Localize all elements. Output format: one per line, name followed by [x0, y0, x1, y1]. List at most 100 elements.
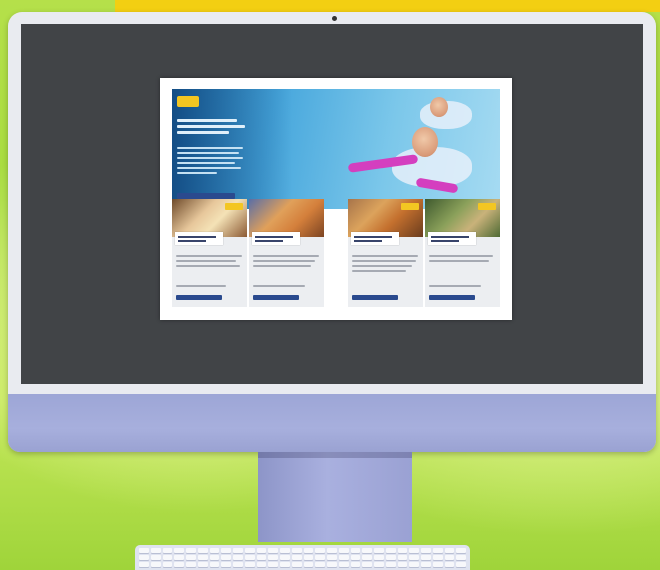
keyboard-key [221, 562, 231, 567]
keyboard-key [327, 562, 337, 567]
keyboard-key [338, 562, 349, 567]
keyboard-key [280, 562, 290, 567]
keyboard-key [221, 555, 231, 560]
keyboard-key [139, 562, 149, 567]
card-text-line [253, 285, 305, 287]
keyboard-key [174, 548, 184, 553]
card-title-badge [175, 232, 223, 245]
hero-title-line [177, 119, 237, 122]
content-card[interactable] [348, 199, 423, 307]
hero-text-line [177, 157, 243, 159]
keyboard-key [221, 548, 231, 553]
content-card[interactable] [425, 199, 500, 307]
keyboard-key [197, 555, 208, 560]
card-text-line [176, 260, 236, 262]
keyboard-key [350, 562, 361, 567]
keyboard-key [174, 562, 184, 567]
card-text-line [429, 255, 493, 257]
keyboard-key [385, 548, 396, 553]
monitor-stand [258, 452, 412, 542]
keyboard-key [162, 562, 173, 567]
keyboard-key [397, 555, 408, 560]
hero-text-line [177, 147, 243, 149]
keyboard-key [256, 548, 267, 553]
card-button[interactable] [176, 295, 222, 300]
keyboard-key [197, 562, 208, 567]
keyboard-key [291, 548, 302, 553]
hero-text-line [177, 152, 239, 154]
card-text-line [176, 255, 242, 257]
keyboard-key [374, 555, 384, 560]
card-tag [401, 203, 419, 210]
card-text-line [253, 265, 311, 267]
keyboard-key [421, 555, 431, 560]
keyboard-key [409, 548, 419, 553]
keyboard-key [150, 548, 161, 553]
keyboard-key [362, 548, 372, 553]
keyboard-key [315, 555, 325, 560]
keyboard-key [444, 555, 455, 560]
keyboard-key [256, 555, 267, 560]
hero-title-line [177, 125, 245, 128]
keyboard-key [291, 562, 302, 567]
keyboard-key [186, 562, 196, 567]
keyboard-key [268, 548, 278, 553]
keyboard-key [327, 555, 337, 560]
card-text-line [429, 285, 481, 287]
stand-shadow [258, 452, 412, 458]
keyboard-key [432, 562, 443, 567]
keyboard-key [409, 555, 419, 560]
keyboard-key [280, 548, 290, 553]
card-text-line [176, 265, 240, 267]
card-button[interactable] [253, 295, 299, 300]
keyboard-key [303, 548, 314, 553]
keyboard-key [256, 562, 267, 567]
keyboard-key [421, 548, 431, 553]
website-page [160, 78, 512, 320]
card-text-line [352, 260, 416, 262]
keyboard-key [397, 562, 408, 567]
card-text-line [352, 265, 412, 267]
keyboard-key [315, 548, 325, 553]
keyboard-key [362, 562, 372, 567]
card-tag [225, 203, 243, 210]
keyboard-key [362, 555, 372, 560]
keyboard-key [174, 555, 184, 560]
keyboard-key [456, 562, 466, 567]
card-text-line [253, 255, 319, 257]
hero-text-line [177, 162, 235, 164]
keyboard-key [209, 555, 220, 560]
keyboard-key [162, 555, 173, 560]
keyboard-key [139, 555, 149, 560]
keyboard-key [197, 548, 208, 553]
swimmer-head-front [412, 127, 438, 157]
card-button[interactable] [429, 295, 475, 300]
content-card[interactable] [249, 199, 324, 307]
card-text-line [176, 285, 226, 287]
card-text-line [352, 270, 406, 272]
keyboard-key [244, 548, 255, 553]
webcam-dot [332, 16, 337, 21]
keyboard-key [385, 555, 396, 560]
keyboard-key [338, 555, 349, 560]
keyboard-key [385, 562, 396, 567]
content-card[interactable] [172, 199, 247, 307]
card-text-line [352, 255, 418, 257]
keyboard-key [350, 555, 361, 560]
hero-title-line [177, 131, 229, 134]
keyboard-key [456, 555, 466, 560]
card-title-badge [428, 232, 476, 245]
keyboard-key [432, 548, 443, 553]
card-title-badge [351, 232, 399, 245]
swimmer-head-back [430, 97, 448, 117]
keyboard-key [209, 562, 220, 567]
card-text-line [429, 260, 489, 262]
card-button[interactable] [352, 295, 398, 300]
yellow-top-band [115, 0, 660, 12]
card-text-line [253, 260, 315, 262]
keyboard-key [233, 548, 243, 553]
keyboard-key [409, 562, 419, 567]
keyboard-key [244, 562, 255, 567]
keyboard-key [233, 555, 243, 560]
site-logo [177, 96, 199, 107]
